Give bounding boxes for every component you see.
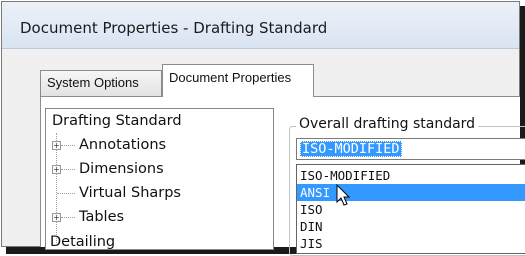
dropdown-option-din[interactable]: DIN — [297, 218, 525, 235]
drafting-standard-dropdown-list[interactable]: ISO-MODIFIED ANSI ISO DIN JIS — [296, 164, 525, 254]
tree-connector — [61, 217, 75, 218]
tree-item-annotations[interactable]: Annotations — [79, 136, 166, 154]
dropdown-option-jis[interactable]: JIS — [297, 235, 525, 252]
dropdown-option-iso-modified[interactable]: ISO-MODIFIED — [297, 167, 525, 184]
window-title: Document Properties - Drafting Standard — [20, 19, 328, 37]
tree-item-virtual-sharps[interactable]: Virtual Sharps — [79, 184, 181, 202]
expand-dimensions-icon[interactable]: + — [52, 165, 61, 174]
options-tree[interactable]: Drafting Standard + Annotations + Dimens… — [45, 108, 274, 250]
tree-item-tables[interactable]: Tables — [79, 208, 124, 226]
arrow-cursor-icon — [336, 184, 351, 206]
tree-connector — [57, 193, 75, 194]
group-legend: Overall drafting standard — [296, 116, 479, 132]
tree-item-drafting-standard[interactable]: Drafting Standard — [52, 112, 182, 130]
tree-connector — [61, 169, 75, 170]
dropdown-option-iso[interactable]: ISO — [297, 201, 525, 218]
expand-annotations-icon[interactable]: + — [52, 141, 61, 150]
title-bar[interactable]: Document Properties - Drafting Standard — [2, 2, 519, 49]
combobox-selected-value: ISO-MODIFIED — [300, 141, 402, 157]
drafting-standard-combobox[interactable]: ISO-MODIFIED — [296, 138, 525, 160]
dropdown-option-ansi[interactable]: ANSI — [297, 184, 525, 201]
tab-system-options[interactable]: System Options — [40, 70, 162, 96]
tree-connector — [61, 145, 75, 146]
expand-tables-icon[interactable]: + — [52, 213, 61, 222]
tree-item-detailing[interactable]: Detailing — [50, 233, 115, 249]
tree-item-dimensions[interactable]: Dimensions — [79, 160, 164, 178]
tab-document-properties[interactable]: Document Properties — [162, 64, 314, 97]
